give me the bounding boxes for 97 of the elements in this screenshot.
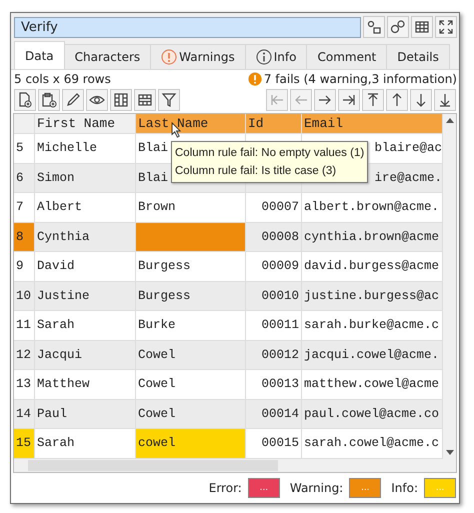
- legend-label: Info:: [391, 480, 418, 495]
- table-cell: blaire@ac: [374, 141, 442, 156]
- table-cell: Sarah: [35, 311, 136, 340]
- color-button[interactable]: ...: [248, 478, 280, 498]
- navigation-button[interactable]: [386, 89, 408, 111]
- table-cell: 00011: [246, 311, 302, 340]
- table-cell: 00010: [246, 282, 302, 310]
- column-header[interactable]: Id: [246, 114, 302, 133]
- legend-label: Warning:: [290, 480, 344, 495]
- toolbar-button[interactable]: [158, 89, 180, 111]
- row-number: 14: [14, 400, 35, 428]
- table-cell: 00012: [246, 340, 302, 369]
- column-header[interactable]: Last Name: [136, 114, 246, 133]
- toolbar-button[interactable]: [110, 89, 132, 111]
- table-cell: 00009: [246, 252, 302, 280]
- row-number: 5: [14, 134, 35, 162]
- arrow-right-bar-icon: [341, 92, 357, 108]
- toolbar-button[interactable]: [14, 89, 36, 111]
- table-cell: justine.burgess@ac: [304, 288, 440, 303]
- table-cell: Burgess: [136, 282, 246, 310]
- table-cell: Justine: [35, 282, 136, 310]
- toolbar-button[interactable]: [62, 89, 84, 111]
- row-number: 7: [14, 193, 35, 222]
- table-cell: cowel: [136, 429, 246, 458]
- table-cell: Cowel: [136, 340, 246, 369]
- table-cell: David: [35, 252, 136, 280]
- row-number: 6: [14, 164, 35, 192]
- title-bar-button[interactable]: [411, 16, 433, 38]
- settings-icon: [390, 19, 406, 35]
- table-cell: Simon: [35, 164, 136, 192]
- table-cell: sarah.cowel@acme.c: [304, 436, 440, 450]
- tab[interactable]: Data: [14, 41, 65, 69]
- tab[interactable]: Characters: [64, 44, 152, 69]
- table-cell: 00007: [246, 193, 302, 222]
- row-number: 15: [14, 429, 35, 458]
- pencil-icon: [65, 92, 81, 108]
- vertical-scrollbar[interactable]: [442, 114, 456, 458]
- tab[interactable]: Details: [386, 44, 450, 69]
- table-cell: ire@acme.: [374, 170, 442, 185]
- table-cell: Cowel: [136, 400, 246, 428]
- arrow-up-bar-icon: [365, 92, 381, 108]
- navigation-button[interactable]: [410, 89, 432, 111]
- tab[interactable]: Info: [244, 44, 308, 69]
- title-bar-button[interactable]: [435, 16, 457, 38]
- table-cell: Brown: [136, 193, 246, 222]
- title-bar-button[interactable]: [387, 16, 409, 38]
- legend-label: Error:: [208, 480, 242, 495]
- table-cell: cynthia.brown@acme: [304, 230, 440, 244]
- row-number: 10: [14, 282, 35, 310]
- expand-icon: [438, 19, 454, 35]
- table-cell: matthew.cowel@acme: [304, 377, 440, 392]
- table-cell: Michelle: [35, 134, 136, 162]
- new-file-icon: [17, 92, 33, 108]
- table-icon: [414, 19, 430, 35]
- table-cell: Matthew: [35, 370, 136, 398]
- arrow-left-bar-icon: [269, 92, 285, 108]
- tab[interactable]: Comment: [306, 44, 388, 69]
- warning-icon: [161, 49, 178, 65]
- fail-count-text: 7 fails (4 warning,3 information): [264, 72, 457, 86]
- table-cell: Jacqui: [35, 340, 136, 369]
- navigation-button[interactable]: [362, 89, 384, 111]
- filter-icon: [161, 92, 177, 108]
- navigation-button[interactable]: [338, 89, 360, 111]
- column-header[interactable]: Email: [302, 114, 442, 133]
- table-cell: albert.brown@acme.: [304, 200, 440, 214]
- table-cell: Burke: [136, 311, 246, 340]
- title-bar-button[interactable]: [363, 16, 385, 38]
- navigation-button[interactable]: [434, 89, 456, 111]
- table-cell: Cowel: [136, 370, 246, 398]
- rows-icon: [137, 92, 153, 108]
- row-count-text: 5 cols x 69 rows: [14, 72, 112, 86]
- toolbar-button[interactable]: [134, 89, 156, 111]
- clipboard-icon: [41, 92, 57, 108]
- table-cell: jacqui.cowel@acme.: [304, 348, 440, 362]
- window-title: Verify: [14, 16, 361, 38]
- table-cell: Burgess: [136, 252, 246, 280]
- table-cell: Albert: [35, 193, 136, 222]
- row-number: 8: [14, 222, 35, 251]
- info-icon: [256, 49, 272, 65]
- table-cell: 00008: [246, 222, 302, 251]
- navigation-button[interactable]: [314, 89, 336, 111]
- row-number: 12: [14, 340, 35, 369]
- toolbar-button[interactable]: [38, 89, 60, 111]
- table-cell: sarah.burke@acme.c: [304, 318, 440, 332]
- row-number: 11: [14, 311, 35, 340]
- table-cell: paul.cowel@acme.co: [304, 406, 440, 421]
- columns-icon: [113, 92, 129, 108]
- table-cell: 00015: [246, 429, 302, 458]
- arrow-down-bar-icon: [437, 92, 453, 108]
- tab[interactable]: Warnings: [150, 44, 246, 69]
- row-number: 13: [14, 370, 35, 398]
- table-cell: 00013: [246, 370, 302, 398]
- table-cell: Paul: [35, 400, 136, 428]
- toolbar-button[interactable]: [86, 89, 108, 111]
- row-number: 9: [14, 252, 35, 280]
- table-cell: david.burgess@acme: [304, 259, 440, 274]
- table-cell: 00014: [246, 400, 302, 428]
